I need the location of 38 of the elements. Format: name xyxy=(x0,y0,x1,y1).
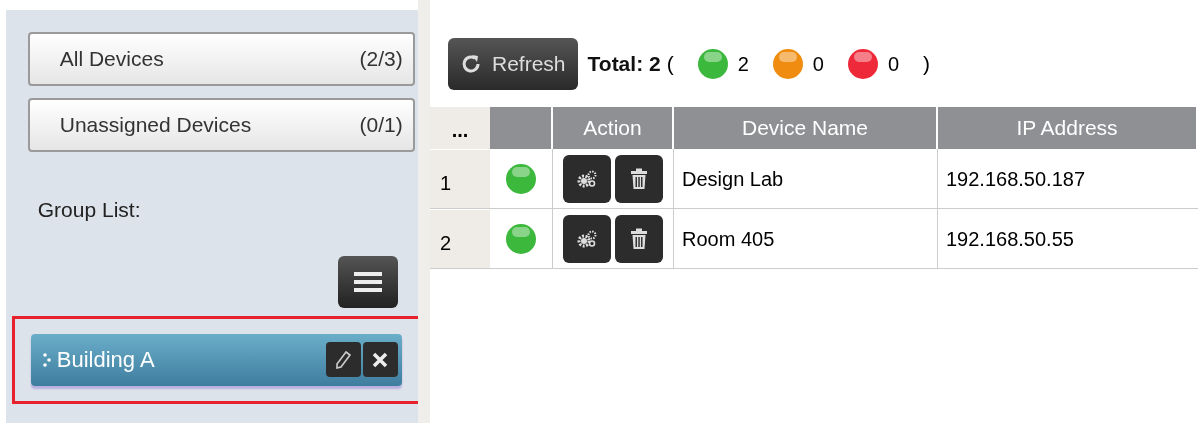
filter-button[interactable]: All Devices (2/3) xyxy=(27,32,415,86)
table-cell: Room 405 xyxy=(674,209,938,268)
delete-button[interactable] xyxy=(362,342,398,377)
status-count: 0 xyxy=(887,51,900,77)
drag-handle-icon xyxy=(42,352,51,367)
trash-icon xyxy=(630,227,648,250)
row-number: 2 xyxy=(430,209,490,268)
close-icon xyxy=(372,351,389,368)
table-cell-text: 192.168.50.55 xyxy=(945,226,1075,252)
group-list-label: Group List: xyxy=(37,197,142,223)
refresh-button[interactable]: Refresh xyxy=(448,37,578,90)
column-header: IP Address xyxy=(938,107,1198,149)
column-header: Device Name xyxy=(674,107,938,149)
close-paren: ) xyxy=(923,50,931,77)
filter-button[interactable]: Unassigned Devices (0/1) xyxy=(27,98,415,152)
status-count: 2 xyxy=(737,51,749,77)
delete-button[interactable] xyxy=(615,214,663,263)
gears-icon xyxy=(576,168,598,189)
column-header: ... xyxy=(430,107,490,149)
settings-button[interactable] xyxy=(563,154,611,203)
open-paren: ( xyxy=(666,50,674,77)
table-cell: Design Lab xyxy=(674,149,938,208)
edit-button[interactable] xyxy=(325,342,361,377)
column-header xyxy=(490,107,553,149)
refresh-icon xyxy=(460,52,482,75)
gears-icon xyxy=(576,228,598,249)
menu-icon xyxy=(353,269,382,294)
trash-icon xyxy=(630,167,648,190)
table-cell-text: 192.168.50.187 xyxy=(945,166,1087,192)
row-number: 1 xyxy=(430,149,490,208)
pencil-icon xyxy=(335,350,352,369)
group-name: Building A xyxy=(56,346,156,374)
status-count: 0 xyxy=(812,51,824,77)
menu-button[interactable] xyxy=(337,255,398,308)
delete-button[interactable] xyxy=(615,154,663,203)
column-header: Action xyxy=(553,107,674,149)
settings-button[interactable] xyxy=(563,214,611,263)
total-label: Total: 2 xyxy=(587,50,661,77)
